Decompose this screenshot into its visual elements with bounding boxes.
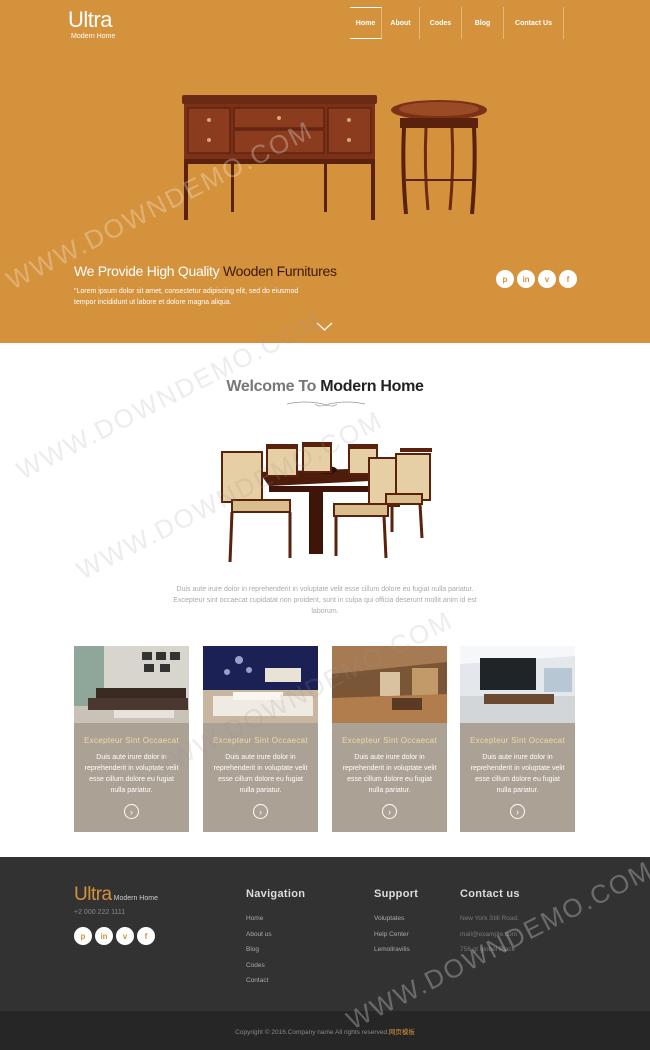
vimeo-icon[interactable]: v [538,270,556,288]
nav-codes[interactable]: Codes [420,7,462,39]
footer-link-codes[interactable]: Codes [246,958,272,974]
nav-contact-us[interactable]: Contact Us [504,7,564,39]
footer-support-heading: Support [374,888,419,900]
footer-navigation-list: Home About us Blog Codes Contact [246,911,272,989]
chevron-right-icon[interactable]: › [382,804,397,819]
nav-home[interactable]: Home [350,7,382,39]
chevron-right-icon[interactable]: › [510,804,525,819]
card-text: Duis aute irure dolor in reprehenderit i… [470,754,565,794]
welcome-heading-dark: Modern Home [320,378,424,395]
footer-link-home[interactable]: Home [246,911,272,927]
linkedin-icon[interactable]: in [517,270,535,288]
linkedin-icon[interactable]: in [95,927,113,945]
copyright-link[interactable]: 网页模板 [389,1029,415,1036]
flourish-divider [286,401,366,407]
card-text: Duis aute irure dolor in reprehenderit i… [342,754,437,794]
facebook-icon[interactable]: f [137,927,155,945]
copyright-text: Copyright © 2016.Company name All rights… [0,1026,650,1036]
hero-social-links: p in v f [496,270,577,288]
welcome-heading: Welcome To Modern Home [0,378,650,396]
footer-phone: +2 000 222 1111 [74,909,126,916]
hero-text: "Lorem ipsum dolor sit amet, consectetur… [74,288,299,306]
footer-link-lemollravilis[interactable]: Lemollravilis [374,942,410,958]
card-title: Excepteur Sint Occaecat [470,736,565,745]
footer-link-voluptates[interactable]: Voluptates [374,911,410,927]
footer-logo-title: Ultra [74,884,112,905]
chevron-right-icon[interactable]: › [253,804,268,819]
footer-link-about[interactable]: About us [246,927,272,943]
welcome-heading-light: Welcome To [226,378,321,395]
site-logo[interactable]: Ultra Modern Home [68,7,116,41]
hero-heading-dark: Wooden Furnitures [222,263,337,279]
footer-link-contact[interactable]: Contact [246,973,272,989]
logo-subtitle: Modern Home [71,33,116,40]
chevron-right-icon[interactable]: › [124,804,139,819]
footer-link-blog[interactable]: Blog [246,942,272,958]
logo-title: Ultra [68,7,112,32]
feature-card: Excepteur Sint Occaecat Duis aute irure … [460,646,575,832]
footer-support-list: Voluptates Help Center Lemollravilis [374,911,410,958]
footer-link-help-center[interactable]: Help Center [374,927,410,943]
footer-social-links: p in v f [74,927,155,945]
pinterest-icon[interactable]: p [74,927,92,945]
footer-logo[interactable]: Ultra Modern Home [74,884,158,906]
nav-blog[interactable]: Blog [462,7,504,39]
feature-card: Excepteur Sint Occaecat Duis aute irure … [74,646,189,832]
card-title: Excepteur Sint Occaecat [342,736,437,745]
hero-heading-light: We Provide High Quality [74,263,223,279]
card-text: Duis aute irure dolor in reprehenderit i… [213,754,308,794]
pinterest-icon[interactable]: p [496,270,514,288]
vimeo-icon[interactable]: v [116,927,134,945]
modern-lounge-image [460,646,575,723]
living-room-image [74,646,189,723]
main-nav: Home About Codes Blog Contact Us [350,7,564,39]
hero-heading: We Provide High Quality Wooden Furniture… [74,263,337,279]
footer-contact-heading: Contact us [460,888,520,900]
facebook-icon[interactable]: f [559,270,577,288]
side-table-image [391,100,487,215]
footer-logo-subtitle: Modern Home [113,895,158,902]
footer-navigation-heading: Navigation [246,888,306,900]
nav-about[interactable]: About [382,7,420,39]
